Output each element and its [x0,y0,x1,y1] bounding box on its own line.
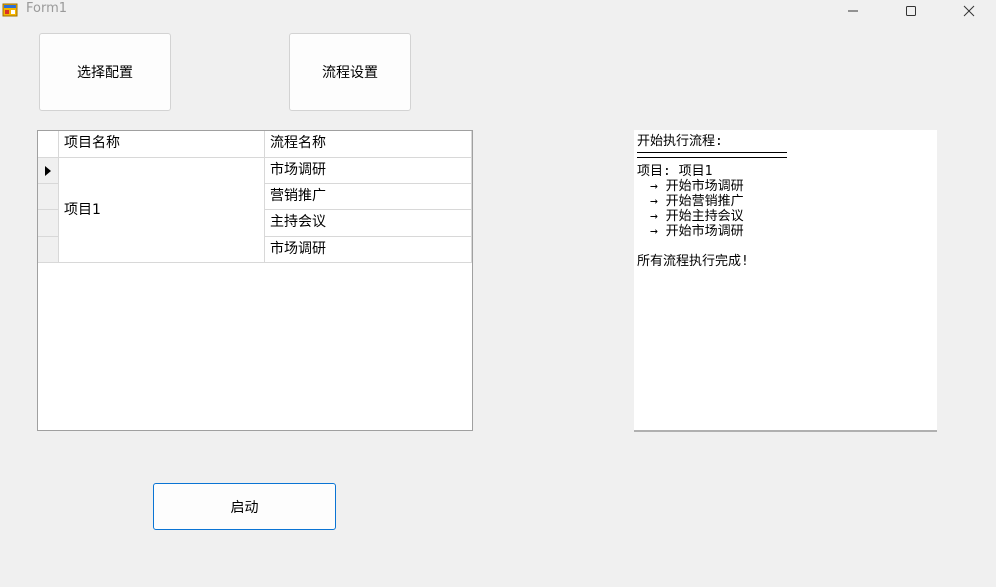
log-done: 所有流程执行完成! [637,254,749,269]
title-bar: Form1 [0,0,996,22]
corner-header-cell [38,131,59,158]
window-title: Form1 [26,1,68,16]
app-icon [2,2,18,18]
current-row-arrow-icon [45,166,51,176]
log-step: → 开始主持会议 [650,209,744,224]
row-header-current[interactable] [38,158,59,184]
close-button[interactable] [946,0,992,22]
log-step: → 开始市场调研 [650,179,744,194]
column-header-flow[interactable]: 流程名称 [265,131,472,158]
log-output-textbox[interactable]: 开始执行流程: 项目: 项目1 → 开始市场调研 → 开始营销推广 → 开始主持… [634,130,937,432]
table-cell-flow[interactable]: 市场调研 [265,158,472,184]
column-header-project[interactable]: 项目名称 [59,131,265,158]
minimize-icon [848,10,858,12]
table-cell-flow[interactable]: 营销推广 [265,184,472,210]
close-icon [963,5,975,17]
log-step: → 开始营销推广 [650,194,744,209]
table-cell-flow[interactable]: 主持会议 [265,210,472,237]
row-header[interactable] [38,237,59,263]
maximize-icon [906,6,916,16]
table-cell-project[interactable]: 项目1 [59,158,265,263]
log-separator [637,152,787,158]
flow-settings-button[interactable]: 流程设置 [289,33,411,111]
log-step: → 开始市场调研 [650,224,744,239]
row-header[interactable] [38,210,59,237]
project-flow-grid[interactable]: 项目名称 流程名称 项目1 市场调研 营销推广 主持会议 市场调研 [37,130,473,431]
log-header: 开始执行流程: [637,134,723,149]
select-config-button[interactable]: 选择配置 [39,33,171,111]
log-project-line: 项目: 项目1 [637,164,713,179]
start-button[interactable]: 启动 [153,483,336,530]
minimize-button[interactable] [830,0,876,22]
row-header[interactable] [38,184,59,210]
table-cell-flow[interactable]: 市场调研 [265,237,472,263]
maximize-button[interactable] [888,0,934,22]
